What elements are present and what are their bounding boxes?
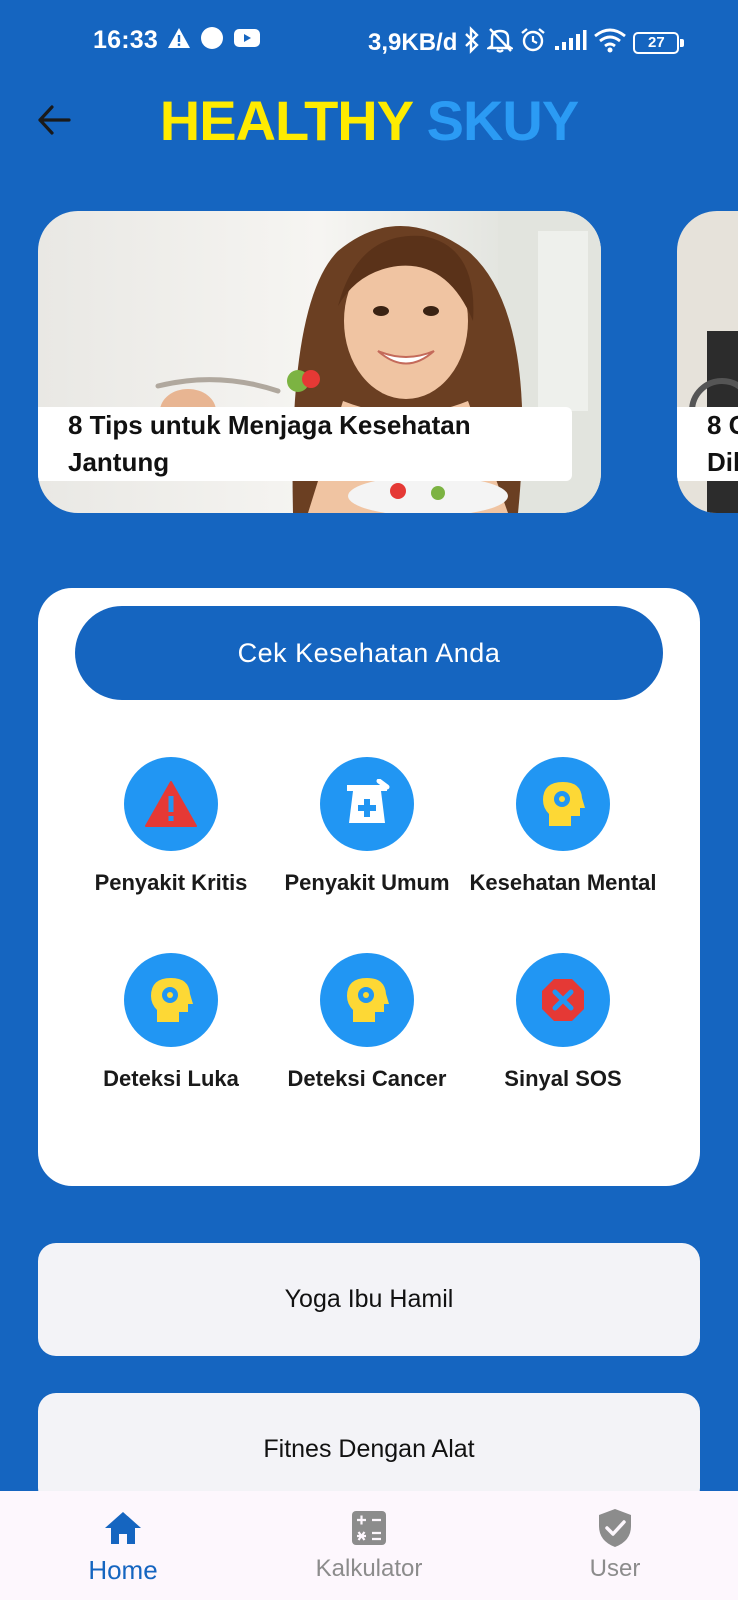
slide-title: 8 Tips untuk Menjaga Kesehatan Jantung <box>38 407 572 481</box>
menu-icon-circle <box>320 953 414 1047</box>
check-health-button[interactable]: Cek Kesehatan Anda <box>75 606 663 700</box>
health-check-card: Cek Kesehatan Anda Penyakit Kritis Penya… <box>38 588 700 1186</box>
nav-icon-wrap <box>103 1507 143 1549</box>
menu-icon-circle <box>124 757 218 851</box>
list-item-yoga-ibu-hamil[interactable]: Yoga Ibu Hamil <box>38 1243 700 1356</box>
app-title-part1: HEALTHY <box>159 89 413 152</box>
carousel-slide[interactable]: 8 Tips untuk Menjaga Kesehatan Jantung <box>38 211 601 513</box>
home-icon <box>105 1512 141 1544</box>
status-left: 16:33 <box>93 26 261 55</box>
nav-icon-wrap <box>598 1507 632 1549</box>
menu-icon-circle <box>320 757 414 851</box>
menu-item-kesehatan-mental[interactable]: Kesehatan Mental <box>465 757 661 896</box>
cancel-icon <box>542 979 584 1021</box>
app-title-part2: SKUY <box>426 89 580 152</box>
menu-label: Sinyal SOS <box>504 1066 622 1091</box>
nav-label: Kalkulator <box>315 1555 423 1582</box>
screen: 16:33 3,9KB/d 27 HEALTHY SKUY 8 Tips unt… <box>0 0 738 1600</box>
head-gear-icon <box>151 978 193 1022</box>
nav-item-user[interactable]: User <box>492 1491 738 1600</box>
menu-label: Penyakit Umum <box>284 870 450 895</box>
warning-icon <box>145 781 197 827</box>
status-right: 3,9KB/d 27 <box>368 26 685 59</box>
battery-level: 27 <box>648 34 665 51</box>
bottom-navigation: Home Kalkulator User <box>0 1491 738 1600</box>
wifi-icon <box>593 27 627 58</box>
shield-check-icon <box>599 1509 631 1547</box>
carousel-slide[interactable]: 8 C Dil <box>677 211 738 513</box>
slide-title: 8 C Dil <box>677 407 738 481</box>
menu-label: Kesehatan Mental <box>469 870 657 895</box>
menu-icon-circle <box>124 953 218 1047</box>
battery-indicator: 27 <box>633 31 685 54</box>
head-gear-icon <box>347 978 389 1022</box>
alert-icon <box>167 27 191 54</box>
medicine-icon <box>347 779 390 823</box>
menu-item-sinyal-sos[interactable]: Sinyal SOS <box>465 953 661 1092</box>
network-speed: 3,9KB/d <box>368 28 458 56</box>
menu-label: Deteksi Cancer <box>287 1066 447 1091</box>
status-bar: 16:33 3,9KB/d 27 <box>0 22 738 64</box>
nav-icon-wrap <box>351 1507 387 1549</box>
nav-label: User <box>589 1555 641 1582</box>
menu-item-penyakit-umum[interactable]: Penyakit Umum <box>269 757 465 896</box>
calculator-icon <box>352 1511 386 1545</box>
app-title: HEALTHY SKUY <box>0 88 738 153</box>
youtube-icon <box>233 27 261 54</box>
menu-item-deteksi-cancer[interactable]: Deteksi Cancer <box>269 953 465 1092</box>
bell-off-icon <box>485 26 516 59</box>
menu-item-penyakit-kritis[interactable]: Penyakit Kritis <box>73 757 269 896</box>
nav-item-home[interactable]: Home <box>0 1491 246 1600</box>
signal-icon <box>553 29 587 56</box>
menu-label: Deteksi Luka <box>103 1066 239 1091</box>
status-time: 16:33 <box>93 26 158 54</box>
menu-item-deteksi-luka[interactable]: Deteksi Luka <box>73 953 269 1092</box>
nav-item-kalkulator[interactable]: Kalkulator <box>246 1491 492 1600</box>
alarm-icon <box>519 26 547 59</box>
menu-icon-circle <box>516 757 610 851</box>
menu-icon-circle <box>516 953 610 1047</box>
dot-icon <box>200 26 224 55</box>
menu-label: Penyakit Kritis <box>94 870 248 895</box>
head-gear-icon <box>543 782 585 826</box>
nav-label: Home <box>88 1555 158 1585</box>
article-carousel[interactable]: 8 Tips untuk Menjaga Kesehatan Jantung 8… <box>0 211 738 513</box>
list-item-fitnes-dengan-alat[interactable]: Fitnes Dengan Alat <box>38 1393 700 1506</box>
bluetooth-icon <box>463 26 481 59</box>
